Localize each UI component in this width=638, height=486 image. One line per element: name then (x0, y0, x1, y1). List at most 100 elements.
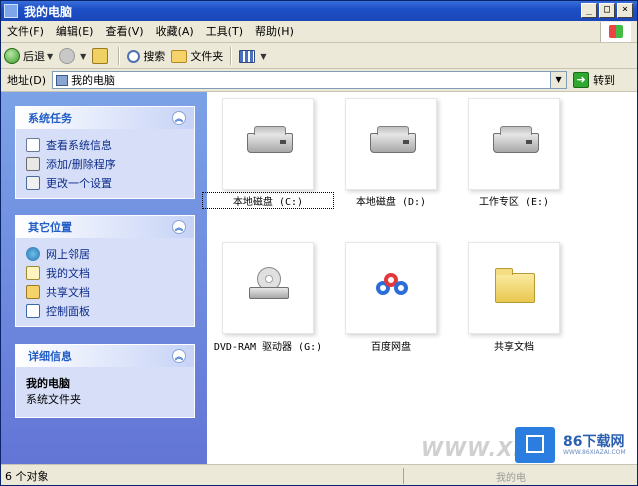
details-type: 系统文件夹 (26, 393, 81, 406)
drive-d-label[interactable]: 本地磁盘 (D:) (326, 193, 456, 208)
panel-title: 详细信息 (28, 350, 72, 363)
dvd-drive-icon (249, 267, 289, 299)
forward-dropdown-icon[interactable]: ▼ (80, 52, 86, 61)
search-button[interactable]: 搜索 (124, 46, 168, 66)
title-bar[interactable]: 我的电脑 _ □ × (1, 1, 637, 21)
menu-tools[interactable]: 工具(T) (200, 23, 249, 41)
shared-documents-label[interactable]: 共享文档 (449, 338, 579, 353)
go-arrow-icon: ➜ (573, 72, 590, 88)
task-label: 更改一个设置 (46, 176, 112, 190)
search-icon (127, 49, 141, 63)
panel-title: 其它位置 (28, 221, 72, 234)
network-places-icon (26, 246, 40, 261)
details-name: 我的电脑 (26, 377, 70, 390)
drive-g-label[interactable]: DVD-RAM 驱动器 (G:) (203, 338, 333, 353)
baidu-netdisk-icon (376, 273, 410, 297)
place-shared-documents[interactable]: 共享文档 (26, 282, 186, 301)
shared-documents-icon (26, 284, 40, 299)
forward-button[interactable]: ▼ (56, 46, 89, 66)
task-label: 添加/删除程序 (46, 157, 116, 171)
task-view-system-info[interactable]: 查看系统信息 (26, 135, 186, 154)
back-arrow-icon (4, 48, 20, 64)
drive-d-tile[interactable] (345, 98, 437, 190)
close-button[interactable]: × (617, 3, 633, 18)
my-computer-icon (56, 74, 69, 86)
place-control-panel[interactable]: 控制面板 (26, 301, 186, 320)
menu-help[interactable]: 帮助(H) (249, 23, 300, 41)
search-label: 搜索 (143, 50, 166, 63)
watermark-logo-icon (515, 427, 555, 463)
place-network[interactable]: 网上邻居 (26, 244, 186, 263)
toolbar-separator (230, 47, 233, 65)
my-computer-icon (4, 4, 18, 18)
panel-title: 系统任务 (28, 112, 72, 125)
hard-disk-icon (370, 126, 416, 153)
drive-c-tile[interactable] (222, 98, 314, 190)
menu-edit[interactable]: 编辑(E) (50, 23, 100, 41)
panel-other-places: 其它位置 ︽ 网上邻居 我的文档 共享文档 控制面板 (15, 215, 195, 327)
address-dropdown-icon[interactable]: ▼ (550, 72, 567, 88)
views-button[interactable]: ▼ (236, 46, 269, 66)
up-folder-button[interactable] (89, 46, 114, 66)
status-location: 我的电 (496, 472, 526, 484)
status-divider (403, 468, 404, 484)
watermark-text: WWW.XF (421, 437, 529, 461)
panel-system-tasks: 系统任务 ︽ 查看系统信息 添加/删除程序 更改一个设置 (15, 106, 195, 199)
collapse-icon[interactable]: ︽ (172, 349, 186, 363)
go-button[interactable]: ➜ 转到 (573, 71, 615, 89)
back-button[interactable]: 后退 ▼ (1, 46, 56, 66)
add-remove-icon (26, 156, 40, 171)
drive-g-tile[interactable] (222, 242, 314, 334)
settings-icon (26, 175, 40, 190)
status-bar: 6 个对象 我的电 (1, 464, 637, 485)
place-label: 我的文档 (46, 266, 90, 280)
panel-header-other-places[interactable]: 其它位置 ︽ (16, 216, 194, 238)
drive-e-tile[interactable] (468, 98, 560, 190)
address-bar: 地址(D) 我的电脑 ▼ ➜ 转到 (1, 69, 637, 92)
views-dropdown-icon[interactable]: ▼ (260, 52, 266, 61)
task-change-setting[interactable]: 更改一个设置 (26, 173, 186, 192)
address-input[interactable]: 我的电脑 ▼ (52, 71, 568, 89)
views-icon (239, 49, 256, 63)
collapse-icon[interactable]: ︽ (172, 111, 186, 125)
address-label: 地址(D) (7, 74, 47, 87)
toolbar-separator (118, 47, 121, 65)
status-object-count: 6 个对象 (5, 470, 49, 483)
my-documents-icon (26, 265, 40, 280)
baidu-netdisk-tile[interactable] (345, 242, 437, 334)
task-pane: 系统任务 ︽ 查看系统信息 添加/删除程序 更改一个设置 其它位置 ︽ 网上邻居… (1, 92, 207, 464)
menu-view[interactable]: 查看(V) (99, 23, 149, 41)
address-value: 我的电脑 (71, 74, 116, 87)
shared-documents-tile[interactable] (468, 242, 560, 334)
drive-c-label[interactable]: 本地磁盘 (C:) (202, 192, 334, 209)
content-area: 系统任务 ︽ 查看系统信息 添加/删除程序 更改一个设置 其它位置 ︽ 网上邻居… (1, 92, 637, 464)
menu-file[interactable]: 文件(F) (1, 23, 50, 41)
explorer-window: 我的电脑 _ □ × 文件(F) 编辑(E) 查看(V) 收藏(A) 工具(T)… (0, 0, 638, 486)
maximize-button[interactable]: □ (599, 3, 615, 18)
go-label: 转到 (593, 74, 616, 87)
panel-header-details[interactable]: 详细信息 ︽ (16, 345, 194, 367)
folders-label: 文件夹 (190, 50, 224, 63)
panel-details: 详细信息 ︽ 我的电脑 系统文件夹 (15, 344, 195, 418)
back-dropdown-icon[interactable]: ▼ (47, 52, 53, 61)
menu-bar: 文件(F) 编辑(E) 查看(V) 收藏(A) 工具(T) 帮助(H) (1, 22, 637, 43)
task-add-remove-programs[interactable]: 添加/删除程序 (26, 154, 186, 173)
control-panel-icon (26, 303, 40, 318)
back-label: 后退 (23, 50, 45, 63)
menu-favorites[interactable]: 收藏(A) (150, 23, 200, 41)
collapse-icon[interactable]: ︽ (172, 220, 186, 234)
hard-disk-icon (247, 126, 293, 153)
toolbar: 后退 ▼ ▼ 搜索 文件夹 ▼ (1, 44, 637, 69)
place-label: 控制面板 (46, 304, 90, 318)
drive-e-label[interactable]: 工作专区 (E:) (449, 193, 579, 208)
place-my-documents[interactable]: 我的文档 (26, 263, 186, 282)
windows-logo-icon (600, 22, 631, 42)
watermark-brand: 86下载网 (563, 434, 625, 450)
system-info-icon (26, 137, 40, 152)
panel-header-system-tasks[interactable]: 系统任务 ︽ (16, 107, 194, 129)
baidu-netdisk-label[interactable]: 百度网盘 (326, 338, 456, 353)
folder-icon (495, 268, 535, 303)
folders-button[interactable]: 文件夹 (168, 46, 226, 66)
minimize-button[interactable]: _ (581, 3, 597, 18)
forward-arrow-icon (59, 48, 76, 64)
